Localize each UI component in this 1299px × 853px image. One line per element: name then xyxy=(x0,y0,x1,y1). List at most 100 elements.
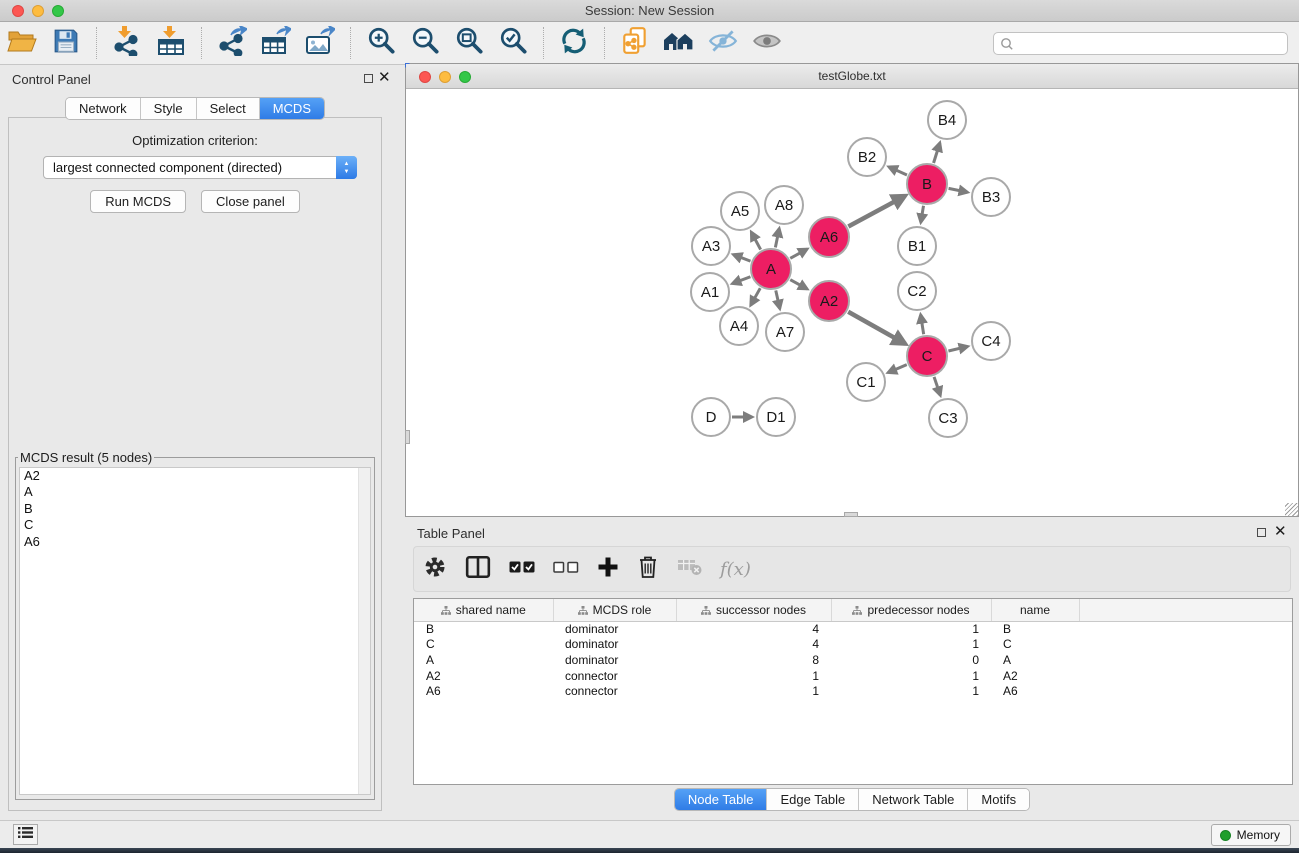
table-cell[interactable]: B xyxy=(991,621,1079,637)
table-cell[interactable]: A6 xyxy=(991,683,1079,699)
table-cell[interactable]: A6 xyxy=(414,683,553,699)
search-input[interactable] xyxy=(1014,34,1287,53)
column-header-predecessor-nodes[interactable]: predecessor nodes xyxy=(831,599,991,621)
table-cell[interactable]: 8 xyxy=(676,652,831,668)
resize-grip-icon[interactable] xyxy=(1285,503,1298,516)
graph-edge-C-C4[interactable] xyxy=(948,346,967,351)
float-table-panel-icon[interactable] xyxy=(1257,528,1266,537)
import-table-button[interactable] xyxy=(154,26,188,60)
mcds-result-item[interactable]: A6 xyxy=(20,534,370,550)
float-panel-icon[interactable] xyxy=(364,74,373,83)
mcds-result-item[interactable]: A2 xyxy=(20,468,370,484)
mcds-result-item[interactable]: C xyxy=(20,517,370,533)
task-history-button[interactable] xyxy=(13,824,38,845)
zoom-out-button[interactable] xyxy=(408,26,442,60)
save-session-button[interactable] xyxy=(49,26,83,60)
table-cell[interactable]: 1 xyxy=(831,637,991,653)
graph-edge-B-B4[interactable] xyxy=(934,143,940,163)
open-session-button[interactable] xyxy=(5,26,39,60)
select-all-button[interactable] xyxy=(509,560,535,579)
zoom-in-button[interactable] xyxy=(364,26,398,60)
graph-edge-C-C1[interactable] xyxy=(888,365,907,373)
tab-mcds[interactable]: MCDS xyxy=(260,98,324,119)
table-cell[interactable]: connector xyxy=(553,683,676,699)
table-cell[interactable]: C xyxy=(991,637,1079,653)
function-builder-button[interactable]: f(x) xyxy=(720,559,751,580)
graph-edge-A-A5[interactable] xyxy=(751,232,760,249)
graph-edge-C-C2[interactable] xyxy=(921,315,924,335)
column-header-MCDS-role[interactable]: MCDS role xyxy=(553,599,676,621)
first-neighbors-button[interactable] xyxy=(662,26,696,60)
graph-edge-B-B2[interactable] xyxy=(889,167,907,175)
mcds-result-item[interactable]: B xyxy=(20,501,370,517)
memory-button[interactable]: Memory xyxy=(1211,824,1291,846)
table-cell[interactable]: 0 xyxy=(831,652,991,668)
zoom-fit-button[interactable] xyxy=(452,26,486,60)
graph-edge-B-B1[interactable] xyxy=(921,206,924,223)
table-cell[interactable]: A2 xyxy=(991,668,1079,684)
export-image-button[interactable] xyxy=(303,26,337,60)
show-all-button[interactable] xyxy=(750,26,784,60)
table-row[interactable]: Cdominator41C xyxy=(414,637,1293,653)
table-cell[interactable]: C xyxy=(414,637,553,653)
table-cell[interactable]: 4 xyxy=(676,637,831,653)
tab-style[interactable]: Style xyxy=(141,98,197,119)
table-cell[interactable]: dominator xyxy=(553,621,676,637)
table-cell[interactable]: 4 xyxy=(676,621,831,637)
graph-edge-A-A1[interactable] xyxy=(732,277,750,284)
graph-edge-A-A4[interactable] xyxy=(751,288,760,305)
table-cell[interactable]: A xyxy=(991,652,1079,668)
tab-network[interactable]: Network xyxy=(66,98,141,119)
zoom-selected-button[interactable] xyxy=(496,26,530,60)
table-cell[interactable]: 1 xyxy=(831,683,991,699)
graph-edge-A-A2[interactable] xyxy=(790,280,807,289)
hide-selected-button[interactable] xyxy=(706,26,740,60)
show-column-button[interactable] xyxy=(465,555,491,584)
graph-edge-A2-C[interactable] xyxy=(848,312,905,344)
table-cell[interactable]: dominator xyxy=(553,637,676,653)
table-row[interactable]: A6connector11A6 xyxy=(414,683,1293,699)
column-header-shared-name[interactable]: shared name xyxy=(414,599,553,621)
table-cell[interactable]: A2 xyxy=(414,668,553,684)
graph-edge-A-A6[interactable] xyxy=(790,249,807,258)
mcds-result-item[interactable]: A xyxy=(20,484,370,500)
mini-horizontal-scrollbar[interactable] xyxy=(844,512,858,517)
export-network-button[interactable] xyxy=(215,26,249,60)
column-header-successor-nodes[interactable]: successor nodes xyxy=(676,599,831,621)
tab-node-table[interactable]: Node Table xyxy=(675,789,768,810)
criterion-select[interactable]: largest connected component (directed) ▲… xyxy=(43,156,357,179)
table-cell[interactable]: B xyxy=(414,621,553,637)
table-cell[interactable]: 1 xyxy=(676,683,831,699)
add-column-button[interactable] xyxy=(597,556,619,583)
tab-motifs[interactable]: Motifs xyxy=(968,789,1029,810)
table-cell[interactable]: A xyxy=(414,652,553,668)
tab-edge-table[interactable]: Edge Table xyxy=(767,789,859,810)
table-row[interactable]: Adominator80A xyxy=(414,652,1293,668)
graph-edge-A6-B[interactable] xyxy=(848,196,905,227)
tab-select[interactable]: Select xyxy=(197,98,260,119)
delete-column-button[interactable] xyxy=(637,555,659,584)
graph-edge-A-A3[interactable] xyxy=(733,255,750,262)
table-cell[interactable]: 1 xyxy=(831,668,991,684)
close-table-panel-icon[interactable]: ✕ xyxy=(1274,523,1287,541)
network-graph[interactable]: B4B2BB3A5A8A6B1A3AC2A1A2A4A7C4CC1DD1C3 xyxy=(406,89,1298,516)
close-panel-button[interactable]: Close panel xyxy=(201,190,300,213)
run-mcds-button[interactable]: Run MCDS xyxy=(90,190,186,213)
node-table[interactable]: shared nameMCDS rolesuccessor nodesprede… xyxy=(413,598,1293,785)
new-network-from-selection-button[interactable] xyxy=(618,26,652,60)
table-options-button[interactable] xyxy=(423,555,447,584)
mcds-list-scrollbar[interactable] xyxy=(358,468,370,794)
network-canvas[interactable]: B4B2BB3A5A8A6B1A3AC2A1A2A4A7C4CC1DD1C3 xyxy=(406,89,1298,516)
mini-vertical-scrollbar[interactable] xyxy=(405,430,410,444)
mcds-result-list[interactable]: A2ABCA6 xyxy=(19,467,371,795)
graph-edge-A-A7[interactable] xyxy=(776,290,780,308)
graph-edge-B-B3[interactable] xyxy=(949,188,968,192)
graph-edge-C-C3[interactable] xyxy=(934,377,940,395)
table-cell[interactable]: 1 xyxy=(831,621,991,637)
table-row[interactable]: A2connector11A2 xyxy=(414,668,1293,684)
graph-edge-A-A8[interactable] xyxy=(775,229,779,248)
import-network-button[interactable] xyxy=(110,26,144,60)
table-row[interactable]: Bdominator41B xyxy=(414,621,1293,637)
export-table-button[interactable] xyxy=(259,26,293,60)
table-cell[interactable]: 1 xyxy=(676,668,831,684)
